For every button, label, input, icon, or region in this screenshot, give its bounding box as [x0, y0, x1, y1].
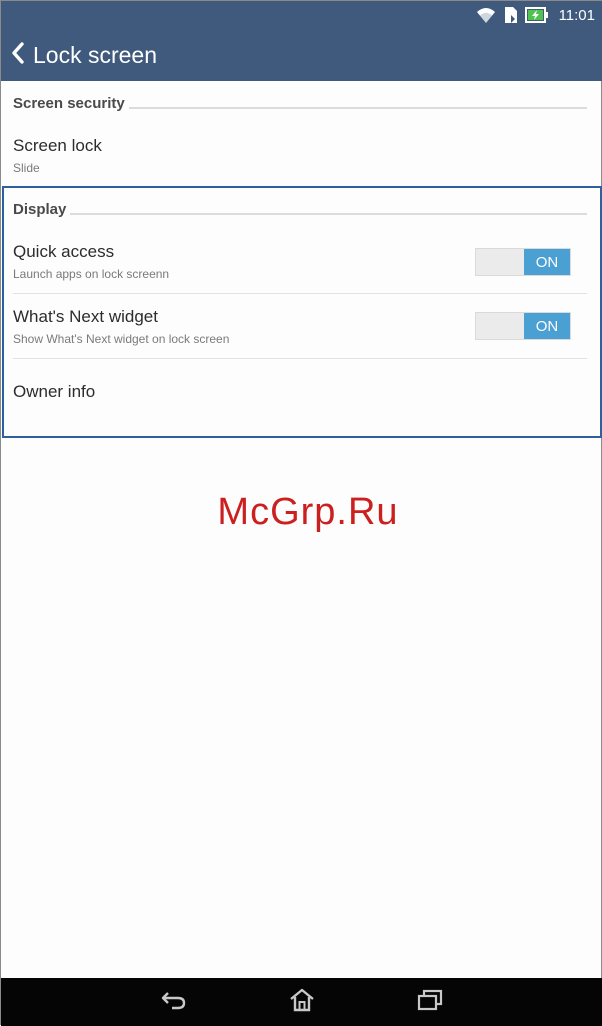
- nav-recent-apps-button[interactable]: [413, 987, 447, 1017]
- back-button[interactable]: [1, 29, 33, 81]
- recent-apps-icon: [416, 988, 444, 1017]
- nav-home-button[interactable]: [285, 987, 319, 1017]
- nav-back-button[interactable]: [157, 987, 191, 1017]
- pref-title: Quick access: [13, 242, 115, 261]
- home-icon: [288, 987, 316, 1018]
- pref-owner-info[interactable]: Owner info: [13, 382, 587, 402]
- back-arrow-icon: [160, 989, 188, 1016]
- screen: 11:01 Lock screen Screen security Screen…: [0, 0, 602, 1026]
- status-icons: 11:01: [475, 5, 595, 25]
- page-title: Lock screen: [33, 41, 158, 68]
- toggle-thumb: ON: [524, 313, 570, 339]
- pref-summary: Launch apps on lock screenn: [13, 267, 170, 281]
- action-bar: Lock screen: [1, 29, 602, 81]
- whats-next-toggle[interactable]: ON: [475, 312, 571, 340]
- section-header-display: Display: [13, 199, 587, 219]
- section-divider: [70, 213, 587, 215]
- quick-access-toggle[interactable]: ON: [475, 248, 571, 276]
- section-divider: [128, 107, 587, 109]
- row-divider: [13, 358, 587, 359]
- chevron-left-icon: [11, 41, 25, 69]
- section-header-screen-security: Screen security: [13, 93, 587, 113]
- pref-title: What's Next widget: [13, 307, 158, 326]
- row-divider: [13, 293, 587, 294]
- status-time: 11:01: [558, 6, 595, 24]
- pref-whats-next-widget[interactable]: What's Next widget Show What's Next widg…: [13, 307, 461, 346]
- pref-summary: Show What's Next widget on lock screen: [13, 332, 230, 346]
- section-title: Display: [13, 200, 67, 218]
- battery-charging-icon: [524, 6, 549, 24]
- pref-summary: Slide: [13, 161, 40, 175]
- navigation-bar: [1, 978, 602, 1026]
- toggle-thumb: ON: [524, 249, 570, 275]
- sim-icon: [503, 6, 519, 24]
- pref-quick-access[interactable]: Quick access Launch apps on lock screenn: [13, 242, 461, 281]
- pref-title: Owner info: [13, 382, 96, 401]
- section-title: Screen security: [13, 94, 125, 112]
- pref-screen-lock[interactable]: Screen lock Slide: [13, 136, 587, 175]
- wifi-icon: [475, 6, 497, 24]
- watermark: McGrp.Ru: [217, 491, 399, 533]
- status-bar: 11:01: [1, 1, 602, 29]
- pref-title: Screen lock: [13, 136, 102, 155]
